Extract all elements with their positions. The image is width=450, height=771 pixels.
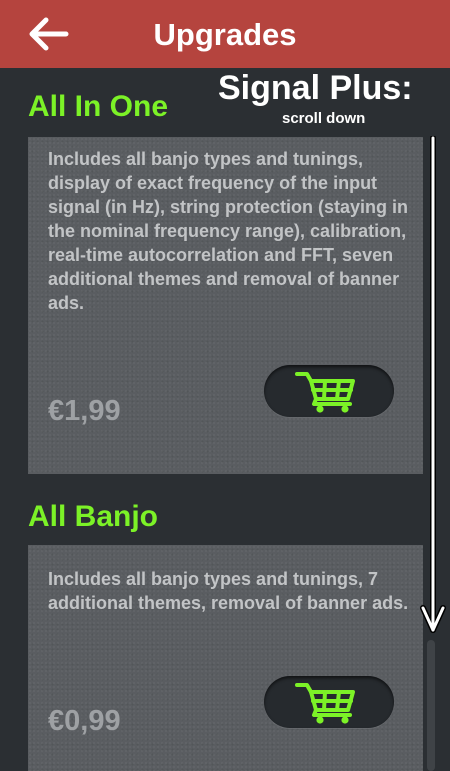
product-card-all-in-one: Includes all banjo types and tunings, di… <box>28 137 423 474</box>
arrow-left-icon <box>29 17 69 51</box>
product-price: €1,99 <box>48 395 121 427</box>
product-title-all-in-one: All In One <box>28 90 169 123</box>
product-description: Includes all banjo types and tunings, di… <box>48 149 409 313</box>
product-card-all-banjo: Includes all banjo types and tunings, 7 … <box>28 545 423 771</box>
product-description: Includes all banjo types and tunings, 7 … <box>48 569 409 613</box>
product-title-all-banjo: All Banjo <box>28 500 159 533</box>
shopping-cart-icon <box>295 372 355 413</box>
back-button[interactable] <box>26 14 70 54</box>
navigation-bar: Upgrades <box>0 0 450 68</box>
shopping-cart-icon <box>295 683 355 724</box>
product-price: €0,99 <box>48 705 121 737</box>
annotation-subtitle: scroll down <box>282 110 366 127</box>
buy-button-all-banjo[interactable] <box>264 676 394 728</box>
buy-button-all-in-one[interactable] <box>264 365 394 417</box>
scroll-down-arrow-icon <box>420 136 446 633</box>
scrollbar[interactable] <box>427 640 435 771</box>
annotation-title: Signal Plus: <box>218 69 413 107</box>
